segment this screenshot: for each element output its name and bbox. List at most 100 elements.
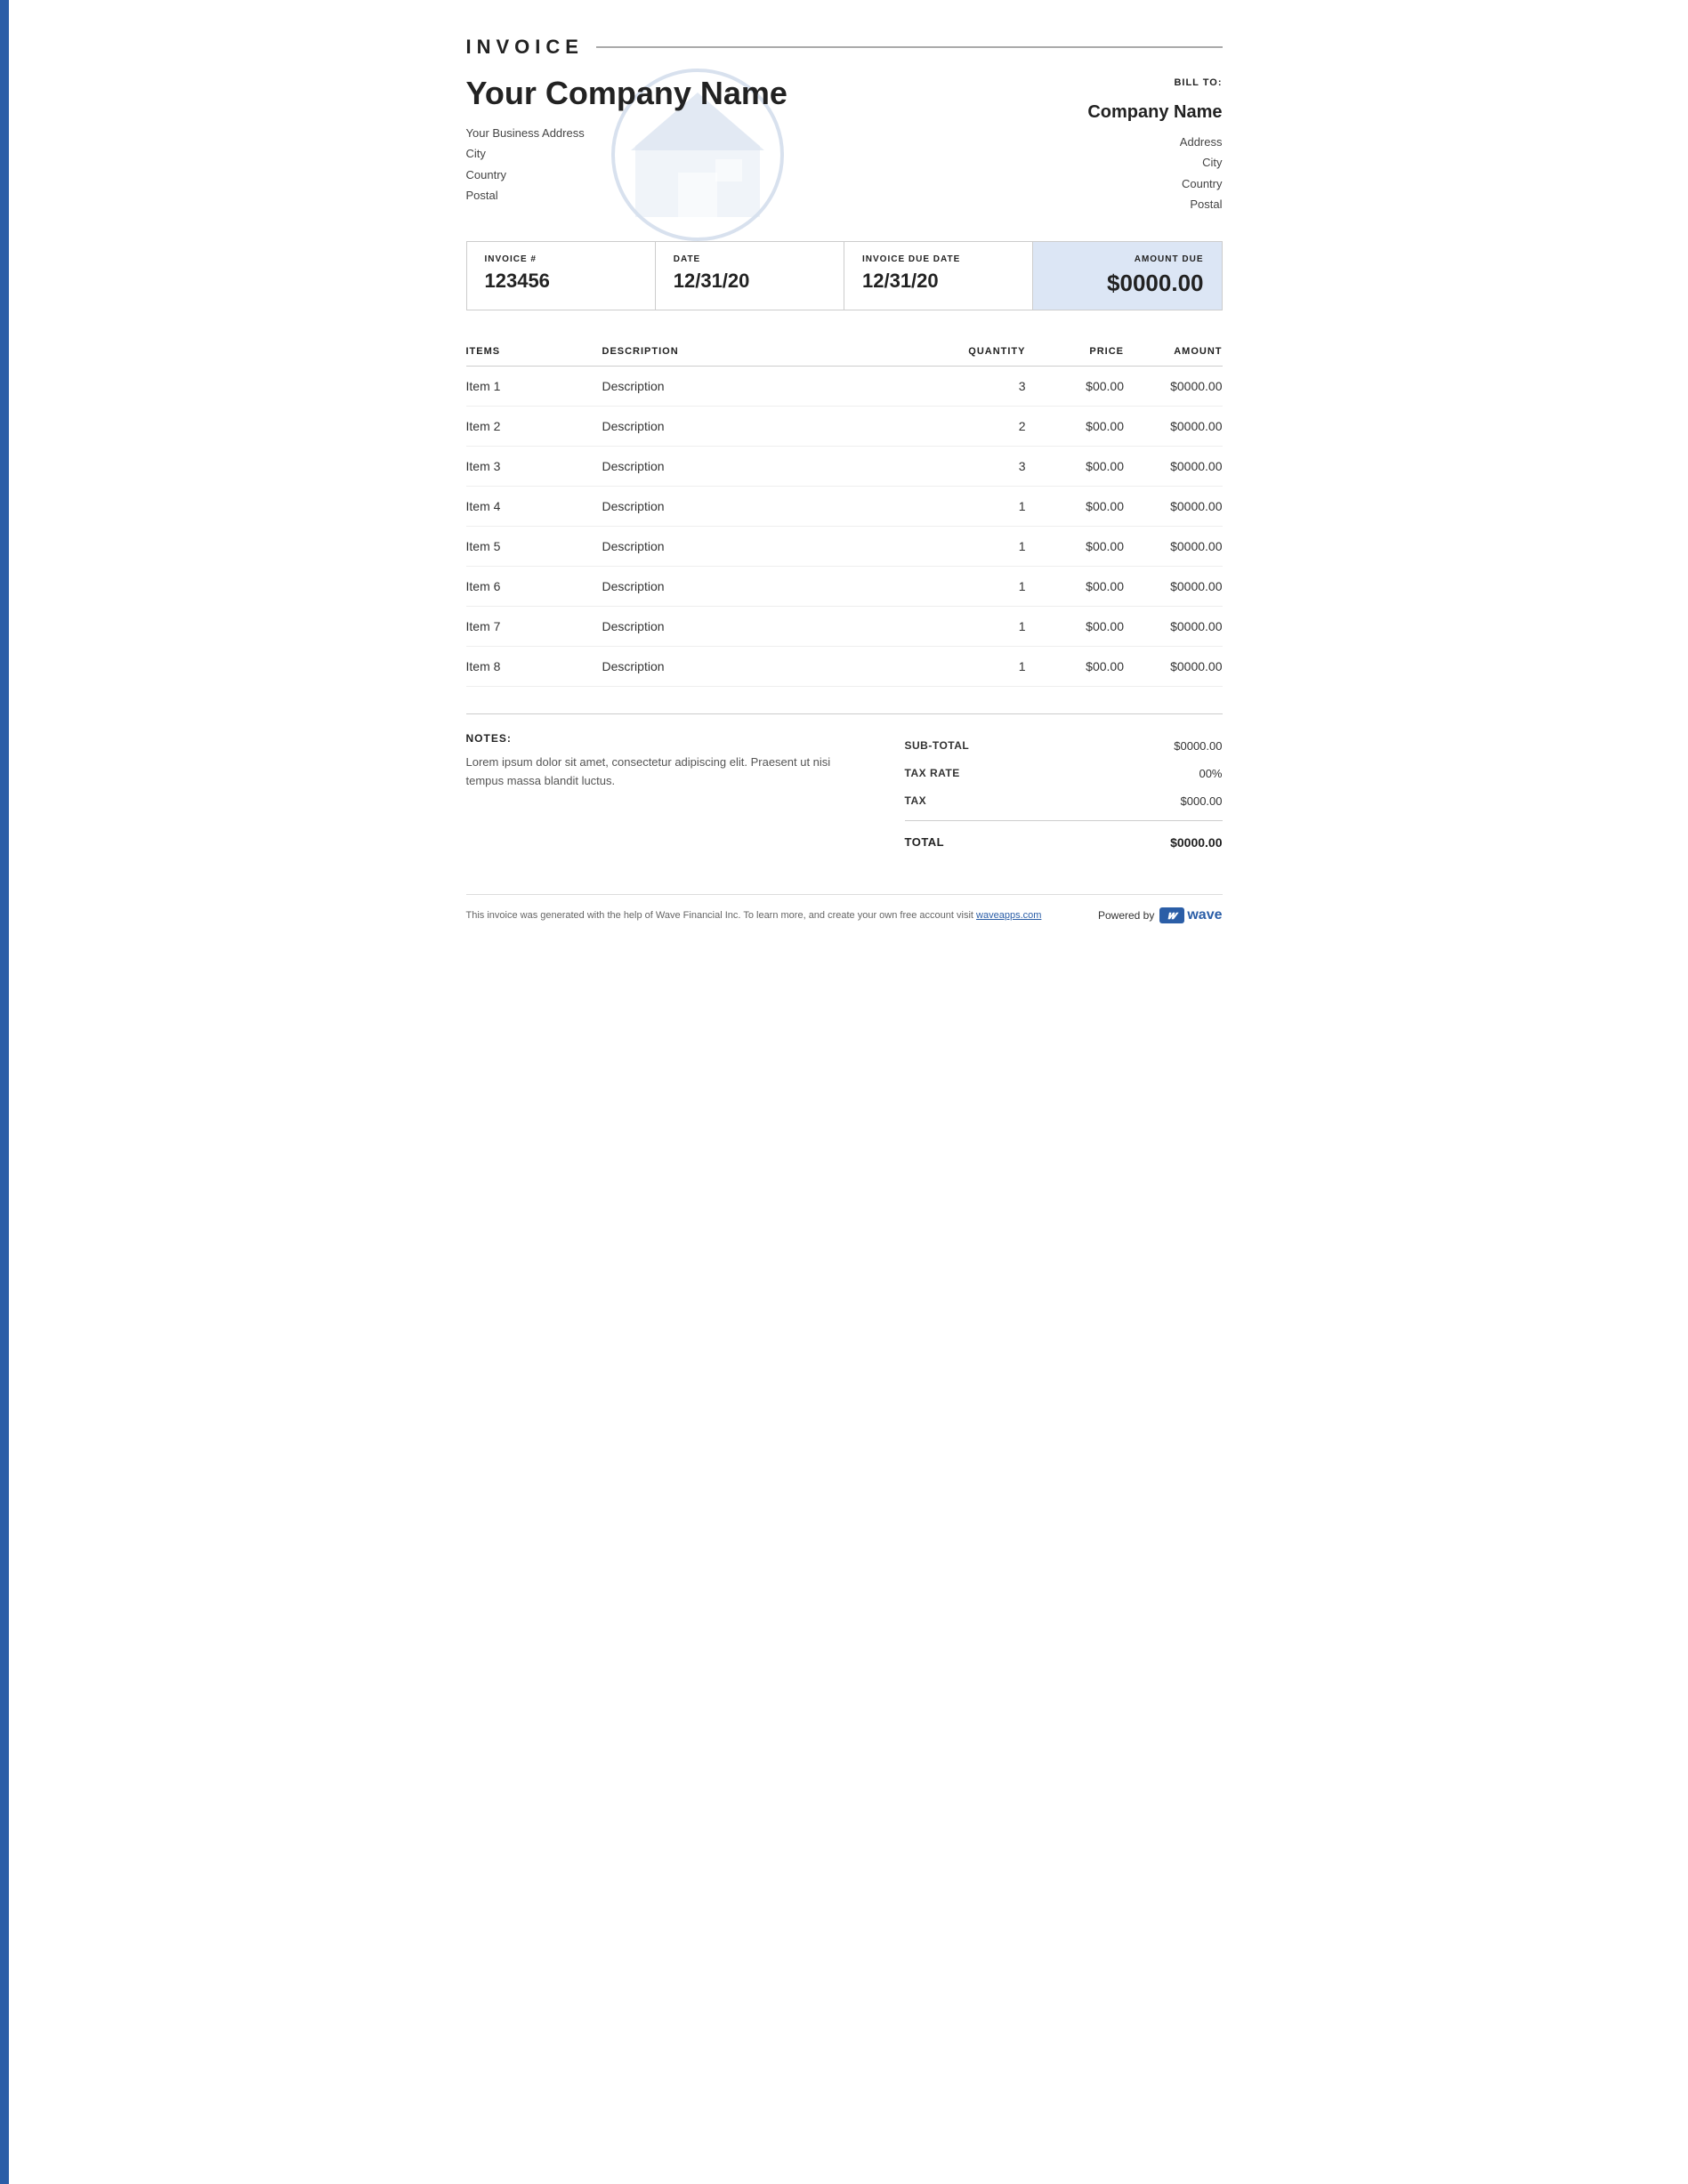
items-table: ITEMS DESCRIPTION QUANTITY PRICE AMOUNT …	[466, 337, 1223, 687]
tax-rate-value: 00%	[1199, 767, 1222, 780]
row-description: Description	[602, 447, 935, 487]
row-quantity: 1	[935, 567, 1026, 607]
company-address-country: Country	[466, 165, 840, 185]
row-item: Item 2	[466, 407, 602, 447]
tax-label: TAX	[905, 794, 927, 808]
meta-due-date-value: 12/31/20	[862, 270, 1014, 293]
table-row: Item 3 Description 3 $00.00 $0000.00	[466, 447, 1223, 487]
row-description: Description	[602, 647, 935, 687]
table-row: Item 5 Description 1 $00.00 $0000.00	[466, 527, 1223, 567]
total-value: $0000.00	[1170, 835, 1222, 850]
row-amount: $0000.00	[1124, 487, 1223, 527]
left-accent-bar	[0, 0, 9, 2184]
totals-total-row: TOTAL $0000.00	[905, 826, 1223, 858]
meta-amount-due-label: AMOUNT DUE	[1051, 254, 1203, 264]
row-item: Item 5	[466, 527, 602, 567]
col-header-items: ITEMS	[466, 337, 602, 367]
footer-text-content: This invoice was generated with the help…	[466, 910, 973, 921]
total-label: TOTAL	[905, 835, 945, 850]
meta-amount-due-value: $0000.00	[1051, 270, 1203, 297]
row-amount: $0000.00	[1124, 447, 1223, 487]
meta-due-date: INVOICE DUE DATE 12/31/20	[844, 242, 1033, 310]
invoice-meta-bar: INVOICE # 123456 DATE 12/31/20 INVOICE D…	[466, 241, 1223, 310]
wave-logo: 𝒘 wave	[1159, 907, 1222, 923]
footer-section: NOTES: Lorem ipsum dolor sit amet, conse…	[466, 732, 1223, 858]
row-description: Description	[602, 407, 935, 447]
row-description: Description	[602, 607, 935, 647]
bill-to-postal: Postal	[1087, 194, 1222, 214]
row-price: $00.00	[1026, 647, 1125, 687]
company-address-city: City	[466, 143, 840, 164]
meta-due-date-label: INVOICE DUE DATE	[862, 254, 1014, 264]
row-price: $00.00	[1026, 527, 1125, 567]
notes-text: Lorem ipsum dolor sit amet, consectetur …	[466, 754, 844, 791]
footer-text: This invoice was generated with the help…	[466, 910, 1042, 921]
row-description: Description	[602, 367, 935, 407]
bill-to-company-name: Company Name	[1087, 96, 1222, 128]
table-row: Item 1 Description 3 $00.00 $0000.00	[466, 367, 1223, 407]
totals-taxrate-row: TAX RATE 00%	[905, 760, 1223, 787]
row-description: Description	[602, 487, 935, 527]
powered-by-text: Powered by	[1098, 909, 1154, 922]
powered-by-section: Powered by 𝒘 wave	[1098, 907, 1223, 923]
bill-to-block: BILL TO: Company Name Address City Count…	[1087, 75, 1222, 214]
footer-link[interactable]: waveapps.com	[976, 910, 1041, 921]
row-price: $00.00	[1026, 487, 1125, 527]
subtotal-label: SUB-TOTAL	[905, 739, 970, 753]
notes-block: NOTES: Lorem ipsum dolor sit amet, conse…	[466, 732, 844, 791]
company-name: Your Company Name	[466, 75, 840, 112]
totals-divider	[905, 820, 1223, 821]
meta-invoice-num-value: 123456	[485, 270, 637, 293]
meta-date: DATE 12/31/20	[656, 242, 844, 310]
invoice-title-divider	[596, 46, 1223, 48]
totals-subtotal-row: SUB-TOTAL $0000.00	[905, 732, 1223, 760]
table-row: Item 6 Description 1 $00.00 $0000.00	[466, 567, 1223, 607]
header-section: Your Company Name Your Business Address …	[466, 75, 1223, 214]
row-item: Item 3	[466, 447, 602, 487]
row-amount: $0000.00	[1124, 407, 1223, 447]
col-header-description: DESCRIPTION	[602, 337, 935, 367]
row-amount: $0000.00	[1124, 607, 1223, 647]
row-price: $00.00	[1026, 567, 1125, 607]
row-item: Item 6	[466, 567, 602, 607]
row-item: Item 8	[466, 647, 602, 687]
row-item: Item 7	[466, 607, 602, 647]
row-amount: $0000.00	[1124, 527, 1223, 567]
table-row: Item 7 Description 1 $00.00 $0000.00	[466, 607, 1223, 647]
row-quantity: 1	[935, 527, 1026, 567]
totals-block: SUB-TOTAL $0000.00 TAX RATE 00% TAX $000…	[905, 732, 1223, 858]
meta-invoice-num: INVOICE # 123456	[467, 242, 656, 310]
row-quantity: 2	[935, 407, 1026, 447]
row-quantity: 1	[935, 607, 1026, 647]
table-row: Item 4 Description 1 $00.00 $0000.00	[466, 487, 1223, 527]
company-address: Your Business Address City Country Posta…	[466, 123, 840, 206]
invoice-title: INVOICE	[466, 36, 584, 59]
section-divider	[466, 713, 1223, 714]
row-amount: $0000.00	[1124, 567, 1223, 607]
wave-icon-letter: 𝒘	[1167, 908, 1176, 923]
totals-tax-row: TAX $000.00	[905, 787, 1223, 815]
bottom-bar: This invoice was generated with the help…	[466, 894, 1223, 923]
wave-icon: 𝒘	[1159, 907, 1184, 923]
company-address-postal: Postal	[466, 185, 840, 206]
table-row: Item 8 Description 1 $00.00 $0000.00	[466, 647, 1223, 687]
company-info-block: Your Company Name Your Business Address …	[466, 75, 840, 206]
meta-date-label: DATE	[674, 254, 826, 264]
wave-brand-text: wave	[1187, 907, 1222, 923]
row-price: $00.00	[1026, 407, 1125, 447]
meta-amount-due: AMOUNT DUE $0000.00	[1033, 242, 1222, 310]
invoice-title-row: INVOICE	[466, 36, 1223, 59]
bill-to-country: Country	[1087, 173, 1222, 194]
subtotal-value: $0000.00	[1174, 739, 1222, 753]
row-item: Item 4	[466, 487, 602, 527]
col-header-price: PRICE	[1026, 337, 1125, 367]
row-description: Description	[602, 567, 935, 607]
row-price: $00.00	[1026, 607, 1125, 647]
bill-to-label: BILL TO:	[1087, 75, 1222, 93]
meta-date-value: 12/31/20	[674, 270, 826, 293]
row-price: $00.00	[1026, 367, 1125, 407]
col-header-amount: AMOUNT	[1124, 337, 1223, 367]
row-amount: $0000.00	[1124, 367, 1223, 407]
row-description: Description	[602, 527, 935, 567]
tax-value: $000.00	[1181, 794, 1223, 808]
